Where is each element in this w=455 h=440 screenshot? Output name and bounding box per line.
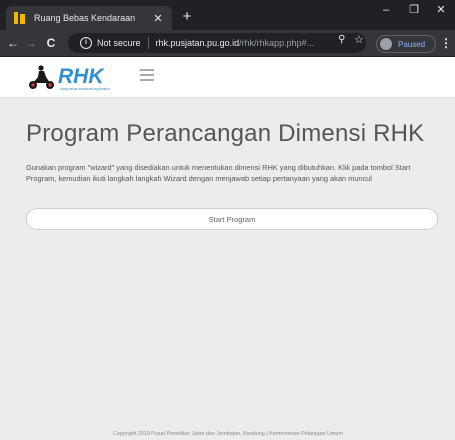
footer-copyright: Copyright 2019 Pusat Penelitian Jalan da… [113, 431, 343, 437]
hamburger-menu-icon[interactable] [140, 69, 154, 81]
window-minimize-button[interactable]: – [374, 2, 398, 18]
browser-toolbar: ← → C i Not secure rhk.pusjatan.pu.go.id… [0, 30, 455, 57]
svg-text:ruang bebas kendaraan applicat: ruang bebas kendaraan application [60, 87, 110, 91]
back-arrow-icon[interactable]: ← [4, 34, 22, 52]
bookmark-star-icon[interactable]: ☆ [354, 33, 364, 46]
svg-text:RHK: RHK [58, 65, 105, 88]
address-bar[interactable]: i Not secure rhk.pusjatan.pu.go.id /rhk/… [68, 33, 366, 53]
main-content: Program Perancangan Dimensi RHK Gunakan … [0, 98, 455, 440]
page-description: Gunakan program "wizard" yang disediakan… [26, 163, 411, 183]
page-title: Program Perancangan Dimensi RHK [26, 120, 425, 147]
tab-title: Ruang Bebas Kendaraan [34, 13, 136, 23]
app-header: RHK ruang bebas kendaraan application [0, 57, 455, 98]
address-divider [147, 37, 149, 49]
profile-status-label: Paused [398, 39, 426, 49]
forward-arrow-icon[interactable]: → [22, 34, 40, 52]
browser-tabstrip: Ruang Bebas Kendaraan ✕ + – ❐ ✕ [0, 0, 455, 30]
reload-icon[interactable]: C [42, 34, 60, 52]
url-host: rhk.pusjatan.pu.go.id [155, 38, 240, 48]
zoom-icon[interactable]: ⚲ [338, 34, 345, 45]
security-label[interactable]: Not secure [97, 38, 141, 48]
rhk-logo[interactable]: RHK ruang bebas kendaraan application [26, 61, 136, 93]
window-maximize-button[interactable]: ❐ [402, 2, 426, 18]
avatar [380, 38, 392, 50]
window-close-button[interactable]: ✕ [429, 2, 453, 18]
new-tab-button[interactable]: + [178, 8, 196, 26]
url-path: /rhk/rhkapp.php#... [239, 38, 315, 48]
info-icon[interactable]: i [80, 37, 92, 49]
start-program-button[interactable]: Start Program [26, 208, 438, 230]
browser-menu-icon[interactable]: ⋮ [440, 35, 452, 51]
site-favicon-icon [14, 12, 26, 24]
tab-close-icon[interactable]: ✕ [150, 12, 166, 25]
profile-button[interactable]: Paused [376, 35, 436, 53]
browser-tab[interactable]: Ruang Bebas Kendaraan ✕ [6, 6, 172, 30]
motorbike-icon [29, 65, 54, 89]
